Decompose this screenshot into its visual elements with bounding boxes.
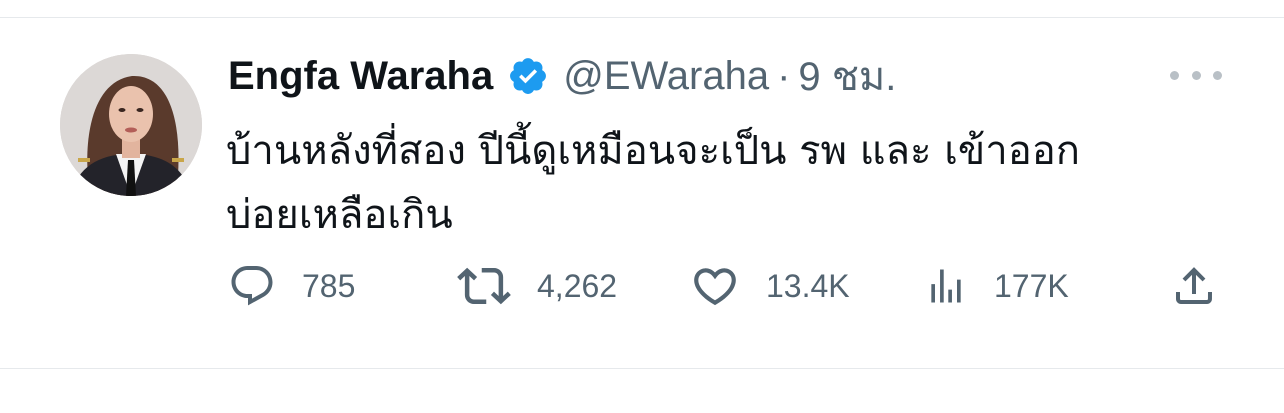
share-upload-icon (1176, 267, 1212, 304)
verified-badge-icon (507, 55, 549, 97)
reply-button[interactable]: 785 (228, 258, 355, 314)
like-button[interactable]: 13.4K (690, 258, 850, 314)
more-dot (1170, 70, 1179, 80)
reply-bubble-icon (231, 266, 273, 306)
bottom-divider (0, 368, 1284, 369)
tweet-text-line: บ้านหลังที่สอง ปีนี้ดูเหมือนจะเป็น รพ แล… (226, 128, 1080, 174)
like-count: 13.4K (766, 267, 850, 304)
more-dot (1191, 70, 1201, 80)
retweet-icon (457, 267, 511, 305)
analytics-bars-icon (931, 269, 961, 303)
avatar-image (60, 54, 202, 196)
meta-separator: · (777, 53, 791, 98)
tweet-text-line: บ่อยเหลือเกิน (226, 192, 453, 238)
share-button[interactable] (1170, 258, 1218, 314)
retweet-button[interactable]: 4,262 (457, 258, 617, 314)
action-bar: 785 4,262 13.4K 177K (0, 258, 1284, 314)
tweet-timestamp[interactable]: 9 ชม. (798, 44, 896, 108)
avatar[interactable] (60, 54, 202, 196)
more-horizontal-icon[interactable] (1170, 60, 1222, 90)
author-name[interactable]: Engfa Waraha (228, 54, 493, 99)
more-dot (1213, 70, 1222, 80)
reply-count: 785 (302, 267, 356, 304)
tweet-header: Engfa Waraha @EWaraha · 9 ชม. (228, 50, 896, 102)
retweet-count: 4,262 (537, 267, 618, 304)
views-button[interactable]: 177K (924, 258, 1069, 314)
views-count: 177K (994, 267, 1069, 304)
tweet-text: บ้านหลังที่สอง ปีนี้ดูเหมือนจะเป็น รพ แล… (226, 119, 1216, 247)
heart-icon (694, 268, 736, 306)
author-handle[interactable]: @EWaraha (563, 54, 769, 99)
top-divider (0, 17, 1284, 18)
